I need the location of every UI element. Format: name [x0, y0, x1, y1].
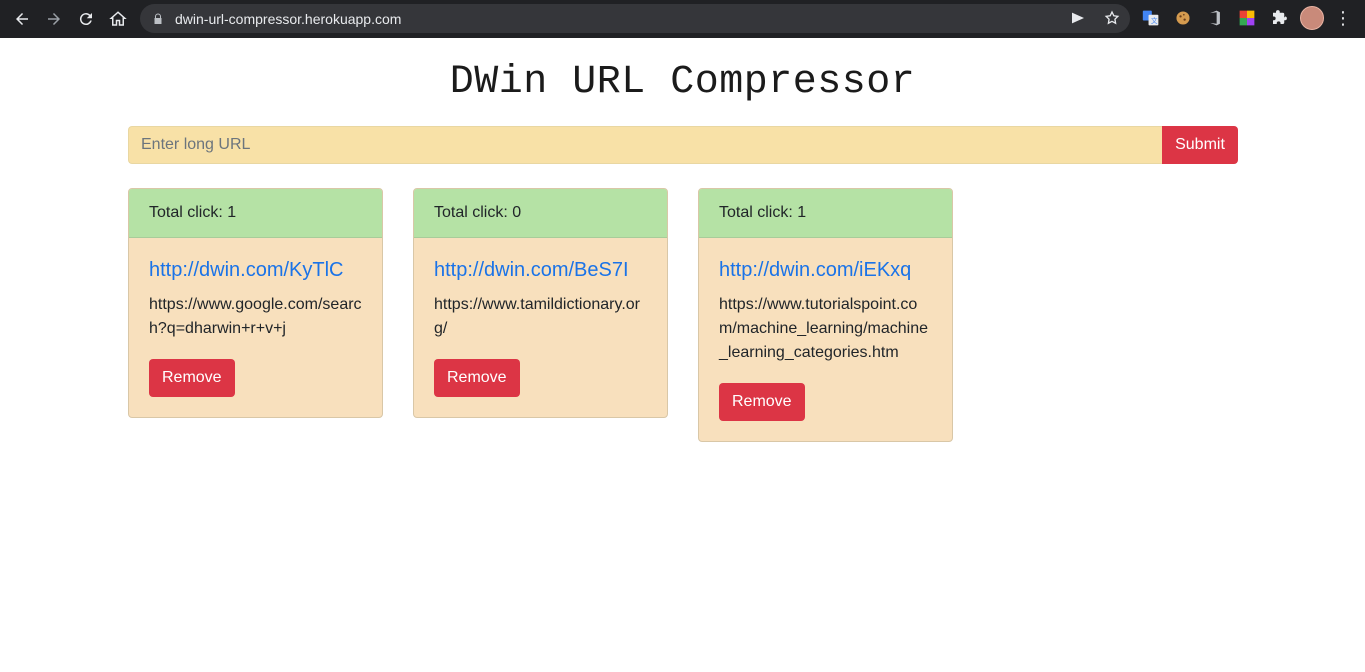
- card-body: http://dwin.com/BeS7I https://www.tamild…: [414, 238, 667, 417]
- extensions-tray: 文 ⋮: [1140, 6, 1352, 30]
- more-menu-icon[interactable]: ⋮: [1334, 8, 1352, 29]
- short-url-link[interactable]: http://dwin.com/KyTlC: [149, 258, 362, 282]
- remove-button[interactable]: Remove: [149, 359, 235, 397]
- arrow-left-icon: [16, 13, 28, 25]
- long-url-input[interactable]: [128, 126, 1162, 164]
- url-card: Total click: 0 http://dwin.com/BeS7I htt…: [413, 188, 668, 418]
- reload-icon: [79, 13, 92, 26]
- cookie-extension-icon[interactable]: [1172, 7, 1194, 29]
- browser-toolbar: dwin-url-compressor.herokuapp.com 文 ⋮: [0, 0, 1365, 38]
- remove-button[interactable]: Remove: [434, 359, 520, 397]
- svg-text:文: 文: [1151, 16, 1158, 25]
- click-count: Total click: 1: [699, 189, 952, 238]
- click-count: Total click: 1: [129, 189, 382, 238]
- click-count: Total click: 0: [414, 189, 667, 238]
- page-title: DWin URL Compressor: [449, 60, 916, 105]
- url-card: Total click: 1 http://dwin.com/iEKxq htt…: [698, 188, 953, 442]
- reload-button[interactable]: [70, 3, 102, 35]
- profile-avatar[interactable]: [1300, 6, 1324, 30]
- short-url-link[interactable]: http://dwin.com/iEKxq: [719, 258, 932, 282]
- address-url[interactable]: dwin-url-compressor.herokuapp.com: [175, 11, 401, 27]
- translate-extension-icon[interactable]: 文: [1140, 7, 1162, 29]
- long-url-text: https://www.tutorialspoint.com/machine_l…: [719, 296, 928, 361]
- home-icon: [109, 11, 127, 26]
- url-form: Submit: [128, 126, 1238, 164]
- color-palette-extension-icon[interactable]: [1236, 7, 1258, 29]
- address-bar[interactable]: dwin-url-compressor.herokuapp.com: [140, 4, 1130, 33]
- puzzle-extensions-icon[interactable]: [1268, 7, 1290, 29]
- remove-button[interactable]: Remove: [719, 383, 805, 421]
- office-extension-icon[interactable]: [1204, 7, 1226, 29]
- lock-icon: [152, 12, 166, 26]
- card-body: http://dwin.com/iEKxq https://www.tutori…: [699, 238, 952, 441]
- forward-button[interactable]: [38, 3, 70, 35]
- page-content: DWin URL Compressor Submit Total click: …: [0, 38, 1365, 672]
- url-card: Total click: 1 http://dwin.com/KyTlC htt…: [128, 188, 383, 418]
- arrow-right-icon: [48, 13, 60, 25]
- submit-button[interactable]: Submit: [1162, 126, 1238, 164]
- back-button[interactable]: [6, 3, 38, 35]
- url-cards: Total click: 1 http://dwin.com/KyTlC htt…: [128, 188, 953, 442]
- long-url-text: https://www.tamildictionary.org/: [434, 296, 640, 337]
- bookmark-star-icon[interactable]: [1102, 8, 1122, 28]
- short-url-link[interactable]: http://dwin.com/BeS7I: [434, 258, 647, 282]
- card-body: http://dwin.com/KyTlC https://www.google…: [129, 238, 382, 417]
- home-button[interactable]: [102, 3, 134, 35]
- send-tab-icon[interactable]: [1068, 8, 1088, 28]
- long-url-text: https://www.google.com/search?q=dharwin+…: [149, 296, 362, 337]
